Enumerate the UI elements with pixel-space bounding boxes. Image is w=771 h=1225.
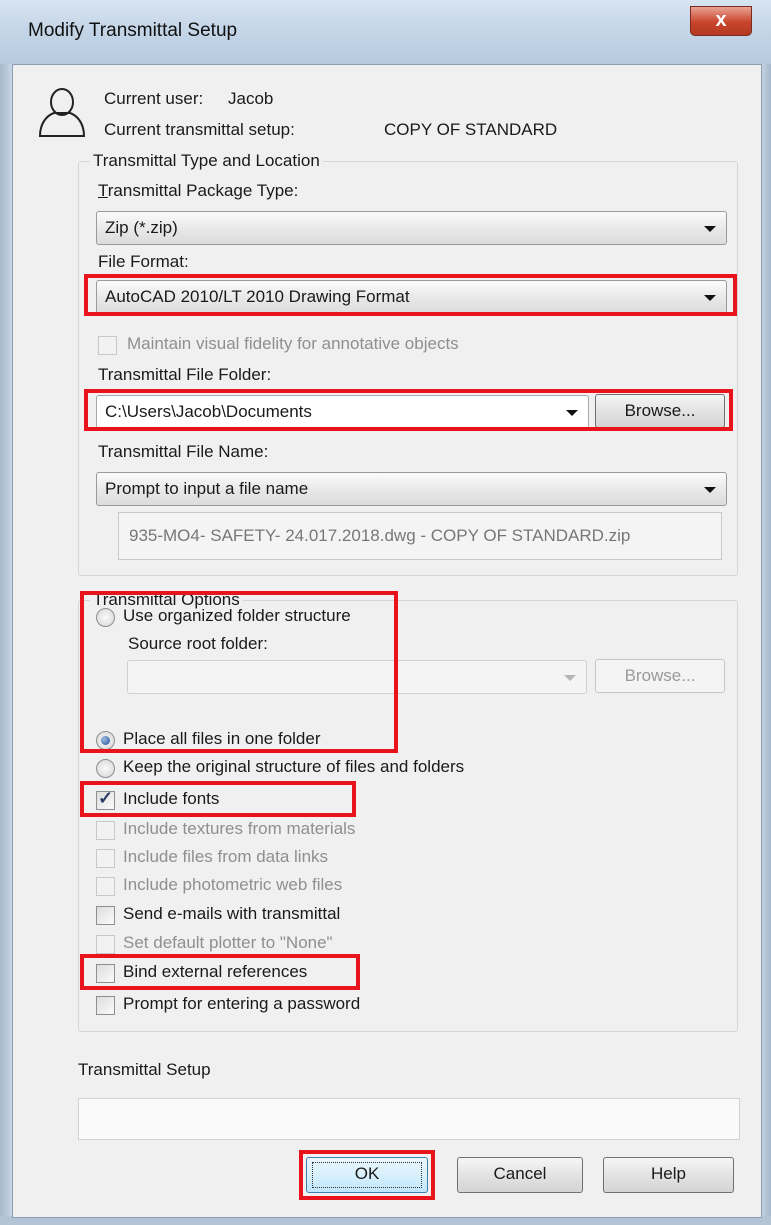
type-location-group-title: Transmittal Type and Location <box>90 151 323 171</box>
close-icon: x <box>715 9 727 31</box>
keep-original-radio[interactable] <box>96 759 115 778</box>
highlight-include-fonts <box>80 781 356 817</box>
package-type-label-text: ransmittal Package Type: <box>107 181 299 200</box>
file-name-dropdown[interactable]: Prompt to input a file name <box>96 472 727 506</box>
send-emails-label: Send e-mails with transmittal <box>123 904 341 923</box>
setup-label: Transmittal Setup <box>78 1060 211 1079</box>
window-title: Modify Transmittal Setup <box>28 20 238 41</box>
help-button[interactable]: Help <box>603 1157 734 1193</box>
prompt-password-checkbox[interactable] <box>96 996 115 1015</box>
include-textures-label: Include textures from materials <box>123 819 356 838</box>
highlight-folder-structure <box>80 591 398 753</box>
chevron-down-icon <box>704 487 716 493</box>
highlight-file-format <box>84 274 737 316</box>
package-type-dropdown[interactable]: Zip (*.zip) <box>96 211 727 245</box>
package-type-value: Zip (*.zip) <box>105 218 178 237</box>
keep-original-label: Keep the original structure of files and… <box>123 757 465 776</box>
highlight-folder <box>84 389 733 431</box>
file-name-value: Prompt to input a file name <box>105 479 309 498</box>
current-setup-value: COPY OF STANDARD <box>384 120 558 139</box>
package-type-label: Transmittal Package Type: <box>98 181 299 200</box>
file-name-preview: 935-MO4- SAFETY- 24.017.2018.dwg - COPY … <box>118 512 722 560</box>
highlight-ok <box>299 1150 435 1200</box>
maintain-fidelity-checkbox[interactable] <box>98 336 117 355</box>
send-emails-checkbox[interactable] <box>96 906 115 925</box>
close-button[interactable]: x <box>690 6 752 36</box>
highlight-bind-xrefs <box>80 954 360 990</box>
include-data-links-checkbox[interactable] <box>96 849 115 868</box>
set-plotter-checkbox[interactable] <box>96 935 115 954</box>
include-textures-checkbox[interactable] <box>96 821 115 840</box>
maintain-fidelity-label: Maintain visual fidelity for annotative … <box>127 334 459 353</box>
prompt-password-label: Prompt for entering a password <box>123 994 361 1013</box>
file-format-label: File Format: <box>98 252 189 271</box>
setup-textbox[interactable] <box>78 1098 740 1140</box>
cancel-button[interactable]: Cancel <box>457 1157 583 1193</box>
set-plotter-label: Set default plotter to "None" <box>123 933 333 952</box>
current-user-label: Current user: <box>104 89 204 108</box>
user-icon <box>38 88 86 137</box>
file-name-label: Transmittal File Name: <box>98 442 269 461</box>
source-root-browse-button[interactable]: Browse... <box>595 659 725 693</box>
window-border-left <box>0 64 12 1225</box>
chevron-down-icon <box>564 675 576 681</box>
include-data-links-label: Include files from data links <box>123 847 329 866</box>
current-setup-label: Current transmittal setup: <box>104 120 295 139</box>
chevron-down-icon <box>704 226 716 232</box>
folder-label: Transmittal File Folder: <box>98 365 272 384</box>
include-photometric-label: Include photometric web files <box>123 875 343 894</box>
include-photometric-checkbox[interactable] <box>96 877 115 896</box>
current-user-value: Jacob <box>228 89 274 108</box>
